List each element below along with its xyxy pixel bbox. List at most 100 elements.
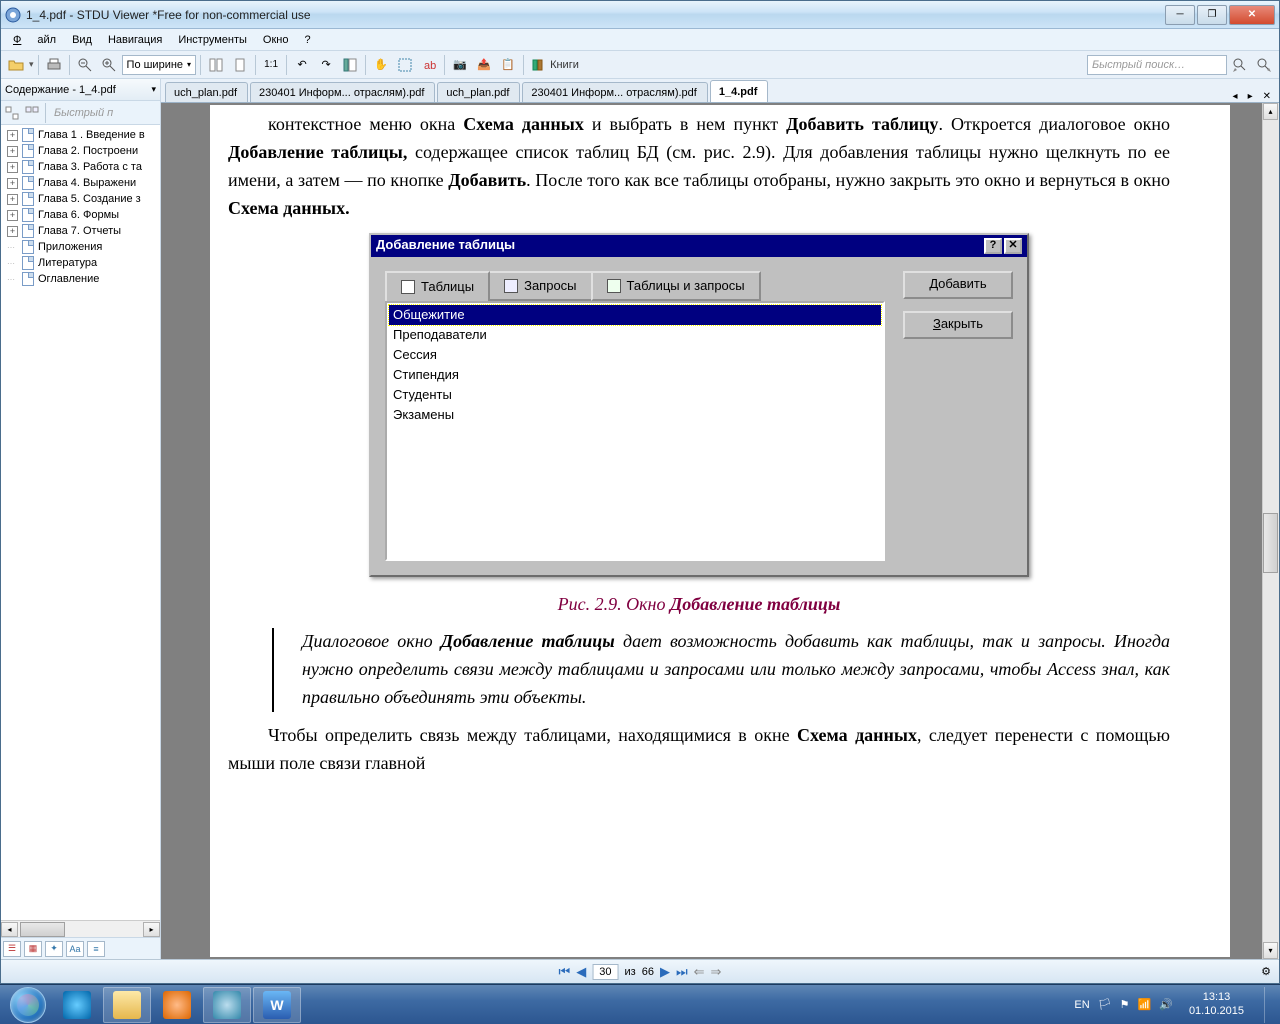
books-button[interactable] bbox=[528, 54, 550, 76]
tree-collapse-button[interactable] bbox=[23, 104, 41, 122]
toggle-sidebar-button[interactable] bbox=[339, 54, 361, 76]
menu-view[interactable]: Вид bbox=[64, 32, 100, 48]
expand-icon[interactable]: + bbox=[7, 162, 18, 173]
tree-item[interactable]: +Глава 2. Построени bbox=[3, 143, 158, 159]
tree-item[interactable]: + Глава 1 . Введение в bbox=[3, 127, 158, 143]
snapshot-button[interactable]: 📷 bbox=[449, 54, 471, 76]
prev-page-button[interactable]: ◀ bbox=[576, 964, 586, 980]
rotate-left-button[interactable]: ↶ bbox=[291, 54, 313, 76]
next-page-button[interactable]: ▶ bbox=[660, 964, 670, 980]
menu-help[interactable]: ? bbox=[296, 32, 318, 48]
expand-icon[interactable]: + bbox=[7, 226, 18, 237]
maximize-button[interactable]: ❐ bbox=[1197, 5, 1227, 25]
hand-tool-button[interactable]: ✋ bbox=[370, 54, 392, 76]
expand-icon[interactable]: + bbox=[7, 194, 18, 205]
menu-tools[interactable]: Инструменты bbox=[170, 32, 255, 48]
tab-close-button[interactable]: ✕ bbox=[1259, 91, 1275, 102]
tree-item[interactable]: +Глава 7. Отчеты bbox=[3, 223, 158, 239]
last-page-button[interactable]: ⏭ bbox=[676, 964, 688, 980]
tab-controls: ◂ ▸ ✕ bbox=[1229, 91, 1275, 102]
tab-next-button[interactable]: ▸ bbox=[1244, 91, 1257, 102]
document-viewport[interactable]: контекстное меню окна Схема данных и выб… bbox=[161, 103, 1279, 959]
svg-text:ab: ab bbox=[424, 60, 436, 72]
settings-icon[interactable]: ⚙ bbox=[1261, 965, 1271, 978]
nav-forward-button[interactable]: ⇒ bbox=[711, 964, 722, 980]
zoom-in-button[interactable] bbox=[98, 54, 120, 76]
task-media[interactable] bbox=[153, 987, 201, 1023]
tree-item[interactable]: Оглавление bbox=[3, 271, 158, 287]
expand-icon[interactable]: + bbox=[7, 130, 18, 141]
sidebar-quick-search[interactable]: Быстрый п bbox=[50, 107, 113, 119]
search-prev-button[interactable] bbox=[1229, 54, 1251, 76]
tab-prev-button[interactable]: ◂ bbox=[1229, 91, 1242, 102]
page-number-input[interactable]: 30 bbox=[592, 964, 618, 980]
export-button[interactable]: 📤 bbox=[473, 54, 495, 76]
tray-volume-icon[interactable]: 🔊 bbox=[1159, 998, 1173, 1011]
tree-item[interactable]: +Глава 3. Работа с та bbox=[3, 159, 158, 175]
tree-item[interactable]: Приложения bbox=[3, 239, 158, 255]
page-layout-2-button[interactable] bbox=[229, 54, 251, 76]
document-tab[interactable]: 1_4.pdf bbox=[710, 80, 769, 102]
document-tab[interactable]: 230401 Информ... отраслям).pdf bbox=[250, 82, 435, 102]
zoom-out-button[interactable] bbox=[74, 54, 96, 76]
menu-navigation[interactable]: Навигация bbox=[100, 32, 170, 48]
start-button[interactable] bbox=[4, 987, 52, 1023]
select-tool-button[interactable] bbox=[394, 54, 416, 76]
tree-item[interactable]: + Глава 6. Формы bbox=[3, 207, 158, 223]
tree-expand-button[interactable] bbox=[3, 104, 21, 122]
ratio-button[interactable]: 1:1 bbox=[260, 54, 282, 76]
page-layout-1-button[interactable] bbox=[205, 54, 227, 76]
lang-indicator[interactable]: EN bbox=[1074, 999, 1089, 1011]
tree-item-label: Глава 6. Формы bbox=[38, 209, 119, 221]
leaf-icon bbox=[7, 273, 18, 285]
document-tab[interactable]: uch_plan.pdf bbox=[165, 82, 248, 102]
sidebar-tabs: ☰ ▦ ✦ Aа ≡ bbox=[1, 937, 160, 959]
sidebar-tab-text[interactable]: ≡ bbox=[87, 941, 105, 957]
minimize-button[interactable]: ─ bbox=[1165, 5, 1195, 25]
task-stdu[interactable] bbox=[203, 987, 251, 1023]
quick-search-input[interactable]: Быстрый поиск… bbox=[1087, 55, 1227, 75]
expand-icon[interactable]: + bbox=[7, 178, 18, 189]
copy-button[interactable]: 📋 bbox=[497, 54, 519, 76]
clock-time: 13:13 bbox=[1189, 991, 1244, 1004]
task-ie[interactable] bbox=[53, 987, 101, 1023]
sidebar-tab-search[interactable]: Aа bbox=[66, 941, 84, 957]
sidebar-hscrollbar[interactable]: ◂▸ bbox=[1, 920, 160, 937]
text-select-button[interactable]: ab bbox=[418, 54, 440, 76]
document-icon bbox=[22, 240, 34, 254]
print-button[interactable] bbox=[43, 54, 65, 76]
document-icon bbox=[22, 160, 34, 174]
menu-window[interactable]: Окно bbox=[255, 32, 297, 48]
zoom-mode-dropdown[interactable]: По ширине▾ bbox=[122, 55, 197, 75]
close-button[interactable]: ✕ bbox=[1229, 5, 1275, 25]
document-tab[interactable]: uch_plan.pdf bbox=[437, 82, 520, 102]
nav-back-button[interactable]: ⇐ bbox=[694, 964, 705, 980]
tray-action-center-icon[interactable]: ⚑ bbox=[1120, 998, 1130, 1011]
tree-item[interactable]: Литература bbox=[3, 255, 158, 271]
tree-item[interactable]: +Глава 4. Выражени bbox=[3, 175, 158, 191]
rotate-right-button[interactable]: ↷ bbox=[315, 54, 337, 76]
clock[interactable]: 13:13 01.10.2015 bbox=[1181, 991, 1252, 1017]
document-icon bbox=[22, 144, 34, 158]
search-next-button[interactable] bbox=[1253, 54, 1275, 76]
task-word[interactable]: W bbox=[253, 987, 301, 1023]
sidebar-tab-thumbs[interactable]: ▦ bbox=[24, 941, 42, 957]
sidebar-tab-contents[interactable]: ☰ bbox=[3, 941, 21, 957]
scrollbar-thumb[interactable] bbox=[1263, 513, 1278, 573]
expand-icon[interactable]: + bbox=[7, 146, 18, 157]
tray-network-icon[interactable]: 📶 bbox=[1138, 998, 1152, 1011]
tree-item-label: Глава 1 . Введение в bbox=[38, 129, 145, 141]
tray-flag-icon[interactable]: 🏳 bbox=[1098, 998, 1112, 1011]
task-explorer[interactable] bbox=[103, 987, 151, 1023]
vertical-scrollbar[interactable]: ▴ ▾ bbox=[1262, 103, 1279, 959]
menu-file[interactable]: Файл bbox=[5, 32, 64, 48]
dialog-tab-both: Таблицы и запросы bbox=[591, 271, 761, 301]
tree-item[interactable]: +Глава 5. Создание з bbox=[3, 191, 158, 207]
document-tab[interactable]: 230401 Информ... отраслям).pdf bbox=[522, 82, 707, 102]
sidebar-tab-bookmarks[interactable]: ✦ bbox=[45, 941, 63, 957]
open-button[interactable] bbox=[5, 54, 27, 76]
expand-icon[interactable]: + bbox=[7, 210, 18, 221]
show-desktop-button[interactable] bbox=[1264, 987, 1276, 1023]
first-page-button[interactable]: ⏮ bbox=[559, 964, 571, 980]
tree-item-label: Литература bbox=[38, 257, 97, 269]
